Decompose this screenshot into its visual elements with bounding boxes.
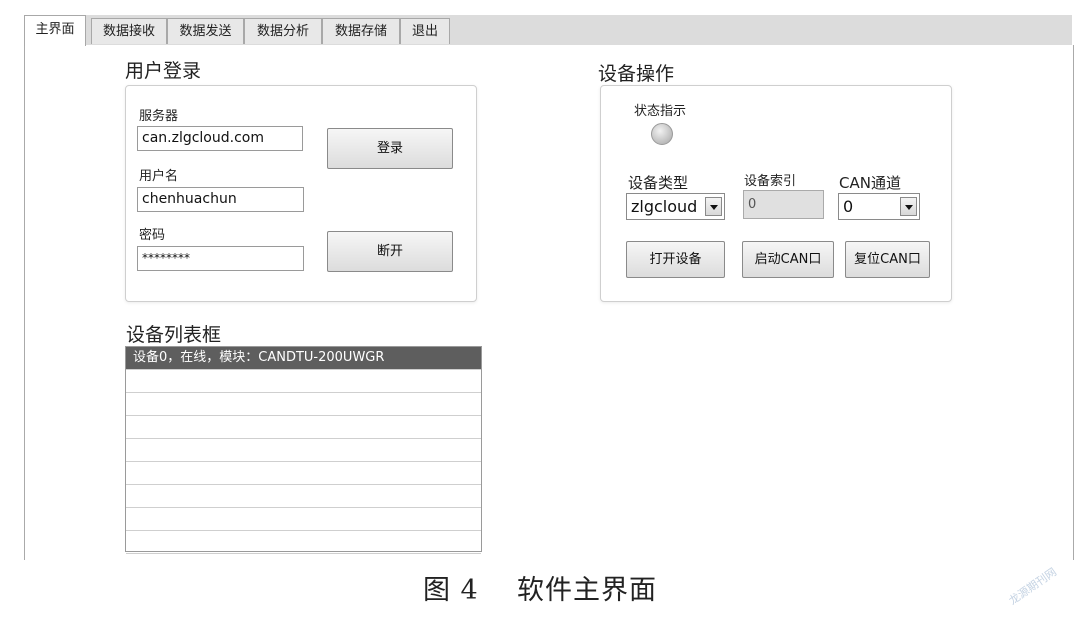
device-listbox[interactable]: 设备0，在线，模块：CANDTU-200UWGR xyxy=(125,346,482,554)
status-indicator-light xyxy=(651,123,673,145)
open-device-button[interactable]: 打开设备 xyxy=(626,241,725,278)
list-item[interactable] xyxy=(126,531,481,554)
can-channel-label: CAN通道 xyxy=(839,174,901,192)
can-channel-value: 0 xyxy=(843,197,854,216)
disconnect-button[interactable]: 断开 xyxy=(327,231,453,272)
device-type-value: zlgcloud xyxy=(631,197,698,216)
server-label: 服务器 xyxy=(139,109,179,124)
list-item[interactable] xyxy=(126,508,481,531)
chevron-down-icon[interactable] xyxy=(705,197,722,216)
tab-data-receive[interactable]: 数据接收 xyxy=(91,18,167,44)
device-section-title: 设备操作 xyxy=(598,63,675,85)
can-channel-select[interactable]: 0 xyxy=(838,193,920,220)
chevron-down-icon[interactable] xyxy=(900,197,917,216)
list-item[interactable] xyxy=(126,462,481,485)
tab-data-analysis[interactable]: 数据分析 xyxy=(244,18,322,44)
login-button[interactable]: 登录 xyxy=(327,128,453,169)
status-label: 状态指示 xyxy=(634,104,687,119)
list-item[interactable] xyxy=(126,416,481,439)
device-type-label: 设备类型 xyxy=(628,174,689,192)
main-content: 用户登录 服务器 can.zlgcloud.com 用户名 chenhuachu… xyxy=(24,45,1074,560)
password-input[interactable]: ******** xyxy=(137,246,304,271)
list-item[interactable] xyxy=(126,439,481,462)
login-panel: 服务器 can.zlgcloud.com 用户名 chenhuachun 密码 … xyxy=(125,85,477,302)
device-list-title: 设备列表框 xyxy=(126,324,222,346)
server-input[interactable]: can.zlgcloud.com xyxy=(137,126,303,151)
device-panel: 状态指示 设备类型 zlgcloud 设备索引 0 CAN通道 0 打开设备 启… xyxy=(600,85,952,302)
list-item[interactable] xyxy=(126,485,481,508)
figure-caption: 图 4 软件主界面 xyxy=(422,575,658,606)
device-index-label: 设备索引 xyxy=(744,174,797,189)
tab-main[interactable]: 主界面 xyxy=(24,15,86,46)
password-label: 密码 xyxy=(139,228,166,243)
tab-data-send[interactable]: 数据发送 xyxy=(167,18,244,44)
list-item[interactable] xyxy=(126,393,481,416)
tab-data-storage[interactable]: 数据存储 xyxy=(322,18,400,44)
username-input[interactable]: chenhuachun xyxy=(137,187,304,212)
tab-bar: 主界面 数据接收 数据发送 数据分析 数据存储 退出 xyxy=(24,15,1072,46)
start-can-button[interactable]: 启动CAN口 xyxy=(742,241,834,278)
device-type-select[interactable]: zlgcloud xyxy=(626,193,725,220)
device-index-field: 0 xyxy=(743,190,824,219)
tab-exit[interactable]: 退出 xyxy=(400,18,450,44)
login-section-title: 用户登录 xyxy=(125,60,202,82)
list-item[interactable]: 设备0，在线，模块：CANDTU-200UWGR xyxy=(126,347,481,370)
list-item[interactable] xyxy=(126,370,481,393)
username-label: 用户名 xyxy=(139,169,179,184)
reset-can-button[interactable]: 复位CAN口 xyxy=(845,241,930,278)
